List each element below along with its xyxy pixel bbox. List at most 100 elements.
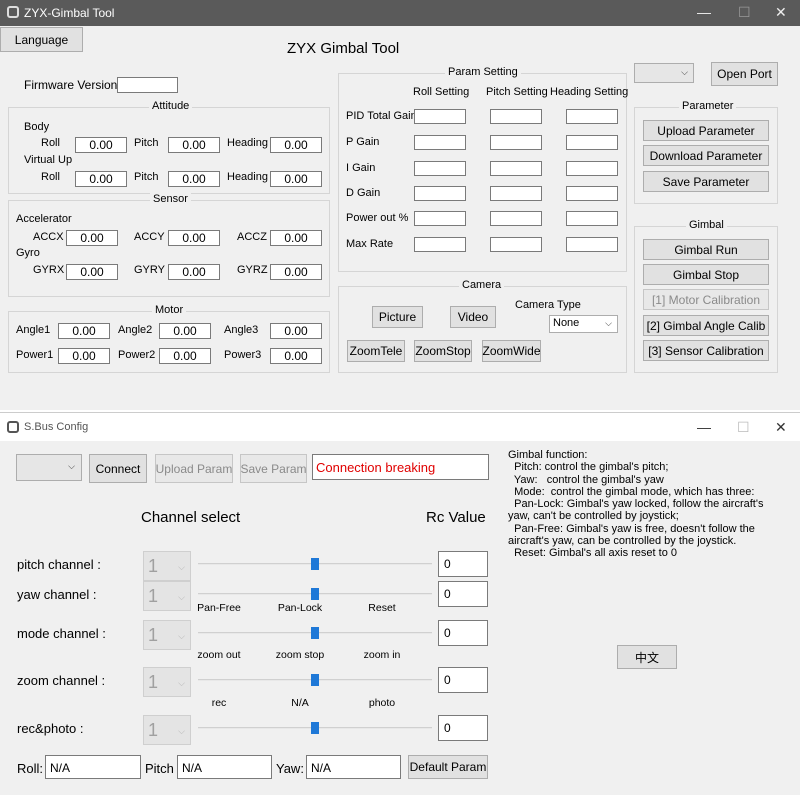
body-heading-field: 0.00 — [270, 137, 322, 153]
open-port-button[interactable]: Open Port — [711, 62, 778, 86]
motor-calibration-button[interactable]: [1] Motor Calibration — [643, 289, 769, 310]
param-heading-input[interactable] — [566, 186, 618, 201]
gyry-field: 0.00 — [168, 264, 220, 280]
connect-button[interactable]: Connect — [89, 454, 147, 483]
sbus-port-select[interactable]: ⌵ — [16, 454, 82, 481]
param-pitch-input[interactable] — [490, 135, 542, 150]
channel-slider-thumb[interactable] — [311, 627, 319, 639]
connection-status-text: Connection breaking — [316, 460, 436, 475]
port-select[interactable]: ⌵ — [634, 63, 694, 83]
sbus-close-icon[interactable]: ✕ — [775, 419, 787, 436]
firmware-label: Firmware Version — [24, 78, 118, 92]
rc-value-field: 0 — [438, 551, 488, 577]
zoom-wide-button[interactable]: ZoomWide — [482, 340, 541, 362]
param-roll-input[interactable] — [414, 237, 466, 252]
gyrx-label: GYRX — [33, 264, 65, 276]
param-heading-input[interactable] — [566, 237, 618, 252]
gimbal-run-button[interactable]: Gimbal Run — [643, 239, 769, 260]
language-button[interactable]: Language — [0, 27, 83, 52]
param-roll-input[interactable] — [414, 211, 466, 226]
channel-slider-thumb[interactable] — [311, 588, 319, 600]
gyrz-label: GYRZ — [237, 264, 268, 276]
main-titlebar: ZYX-Gimbal Tool — ☐ ✕ — [0, 0, 800, 26]
virtual-label: Virtual Up — [24, 154, 73, 166]
help-line: Pan-Free: Gimbal's yaw is free, doesn't … — [508, 522, 755, 535]
sbus-minimize-icon[interactable]: — — [697, 419, 711, 435]
help-line: yaw, can't be controlled by joystick; — [508, 510, 679, 523]
accz-label: ACCZ — [237, 231, 267, 243]
param-pitch-input[interactable] — [490, 161, 542, 176]
param-pitch-input[interactable] — [490, 211, 542, 226]
param-pitch-input[interactable] — [490, 237, 542, 252]
channel-select[interactable]: 1 ⌵ — [143, 715, 191, 745]
power2-field: 0.00 — [159, 348, 211, 364]
zoom-tele-button[interactable]: ZoomTele — [347, 340, 405, 362]
upload-param-button[interactable]: Upload Param — [155, 454, 233, 483]
chevron-down-icon: ⌵ — [681, 67, 688, 77]
slider-tick-label: Pan-Free — [197, 602, 241, 614]
picture-button[interactable]: Picture — [372, 306, 423, 328]
accy-field: 0.00 — [168, 230, 220, 246]
video-button[interactable]: Video — [450, 306, 496, 328]
maximize-icon[interactable]: ☐ — [738, 4, 751, 21]
param-heading-input[interactable] — [566, 211, 618, 226]
slider-tick-label: zoom stop — [275, 649, 325, 661]
gimbal-angle-calib-button[interactable]: [2] Gimbal Angle Calib — [643, 315, 769, 336]
sensor-calibration-button[interactable]: [3] Sensor Calibration — [643, 340, 769, 361]
pitch-field: N/A — [177, 755, 272, 779]
app-icon — [7, 6, 19, 18]
gimbal-title: Gimbal — [686, 219, 727, 231]
help-line: Pan-Lock: Gimbal's yaw locked, follow th… — [508, 498, 764, 511]
chevron-down-icon: ⌵ — [178, 592, 185, 602]
param-row-label: PID Total Gain — [346, 110, 417, 122]
param-roll-input[interactable] — [414, 161, 466, 176]
param-pitch-input[interactable] — [490, 186, 542, 201]
body-heading-label: Heading — [227, 137, 268, 149]
channel-select[interactable]: 1 ⌵ — [143, 551, 191, 581]
col-heading-setting: Heading Setting — [550, 86, 629, 98]
save-parameter-button[interactable]: Save Parameter — [643, 171, 769, 192]
channel-slider-thumb[interactable] — [311, 722, 319, 734]
channel-label: mode channel : — [17, 626, 106, 641]
param-roll-input[interactable] — [414, 135, 466, 150]
param-heading-input[interactable] — [566, 135, 618, 150]
body-label: Body — [24, 121, 50, 133]
channel-select[interactable]: 1 ⌵ — [143, 667, 191, 697]
channel-slider-thumb[interactable] — [311, 674, 319, 686]
help-line: aircraft's yaw, can be controlled by the… — [508, 535, 737, 548]
sbus-window: S.Bus Config — ☐ ✕ ⌵ Connect Upload Para… — [0, 412, 800, 795]
param-heading-input[interactable] — [566, 161, 618, 176]
firmware-field — [117, 77, 178, 93]
help-line: Gimbal function: — [508, 449, 588, 461]
param-roll-input[interactable] — [414, 109, 466, 124]
gyry-label: GYRY — [134, 264, 165, 276]
sbus-app-icon — [7, 421, 19, 433]
param-pitch-input[interactable] — [490, 109, 542, 124]
body-roll-label: Roll — [41, 137, 60, 149]
download-parameter-button[interactable]: Download Parameter — [643, 145, 769, 166]
chinese-language-button[interactable]: 中文 — [617, 645, 677, 669]
angle2-field: 0.00 — [159, 323, 211, 339]
minimize-icon[interactable]: — — [697, 4, 711, 20]
channel-select[interactable]: 1 ⌵ — [143, 620, 191, 650]
channel-select[interactable]: 1 ⌵ — [143, 581, 191, 611]
channel-slider-thumb[interactable] — [311, 558, 319, 570]
window-title: ZYX-Gimbal Tool — [24, 6, 115, 20]
zoom-stop-button[interactable]: ZoomStop — [414, 340, 472, 362]
rc-value-field: 0 — [438, 667, 488, 693]
sbus-maximize-icon[interactable]: ☐ — [737, 419, 750, 436]
accx-field: 0.00 — [66, 230, 118, 246]
camera-type-select[interactable]: None ⌵ — [549, 315, 618, 333]
save-param-button[interactable]: Save Param — [240, 454, 307, 483]
help-line: Mode: control the gimbal mode, which has… — [508, 485, 755, 498]
default-param-button[interactable]: Default Param — [408, 755, 488, 779]
param-row-label: Max Rate — [346, 238, 394, 250]
roll-field: N/A — [45, 755, 141, 779]
param-roll-input[interactable] — [414, 186, 466, 201]
gimbal-stop-button[interactable]: Gimbal Stop — [643, 264, 769, 285]
param-heading-input[interactable] — [566, 109, 618, 124]
upload-parameter-button[interactable]: Upload Parameter — [643, 120, 769, 141]
close-icon[interactable]: ✕ — [775, 4, 787, 21]
sbus-window-title: S.Bus Config — [24, 421, 89, 433]
rc-value-field: 0 — [438, 715, 488, 741]
